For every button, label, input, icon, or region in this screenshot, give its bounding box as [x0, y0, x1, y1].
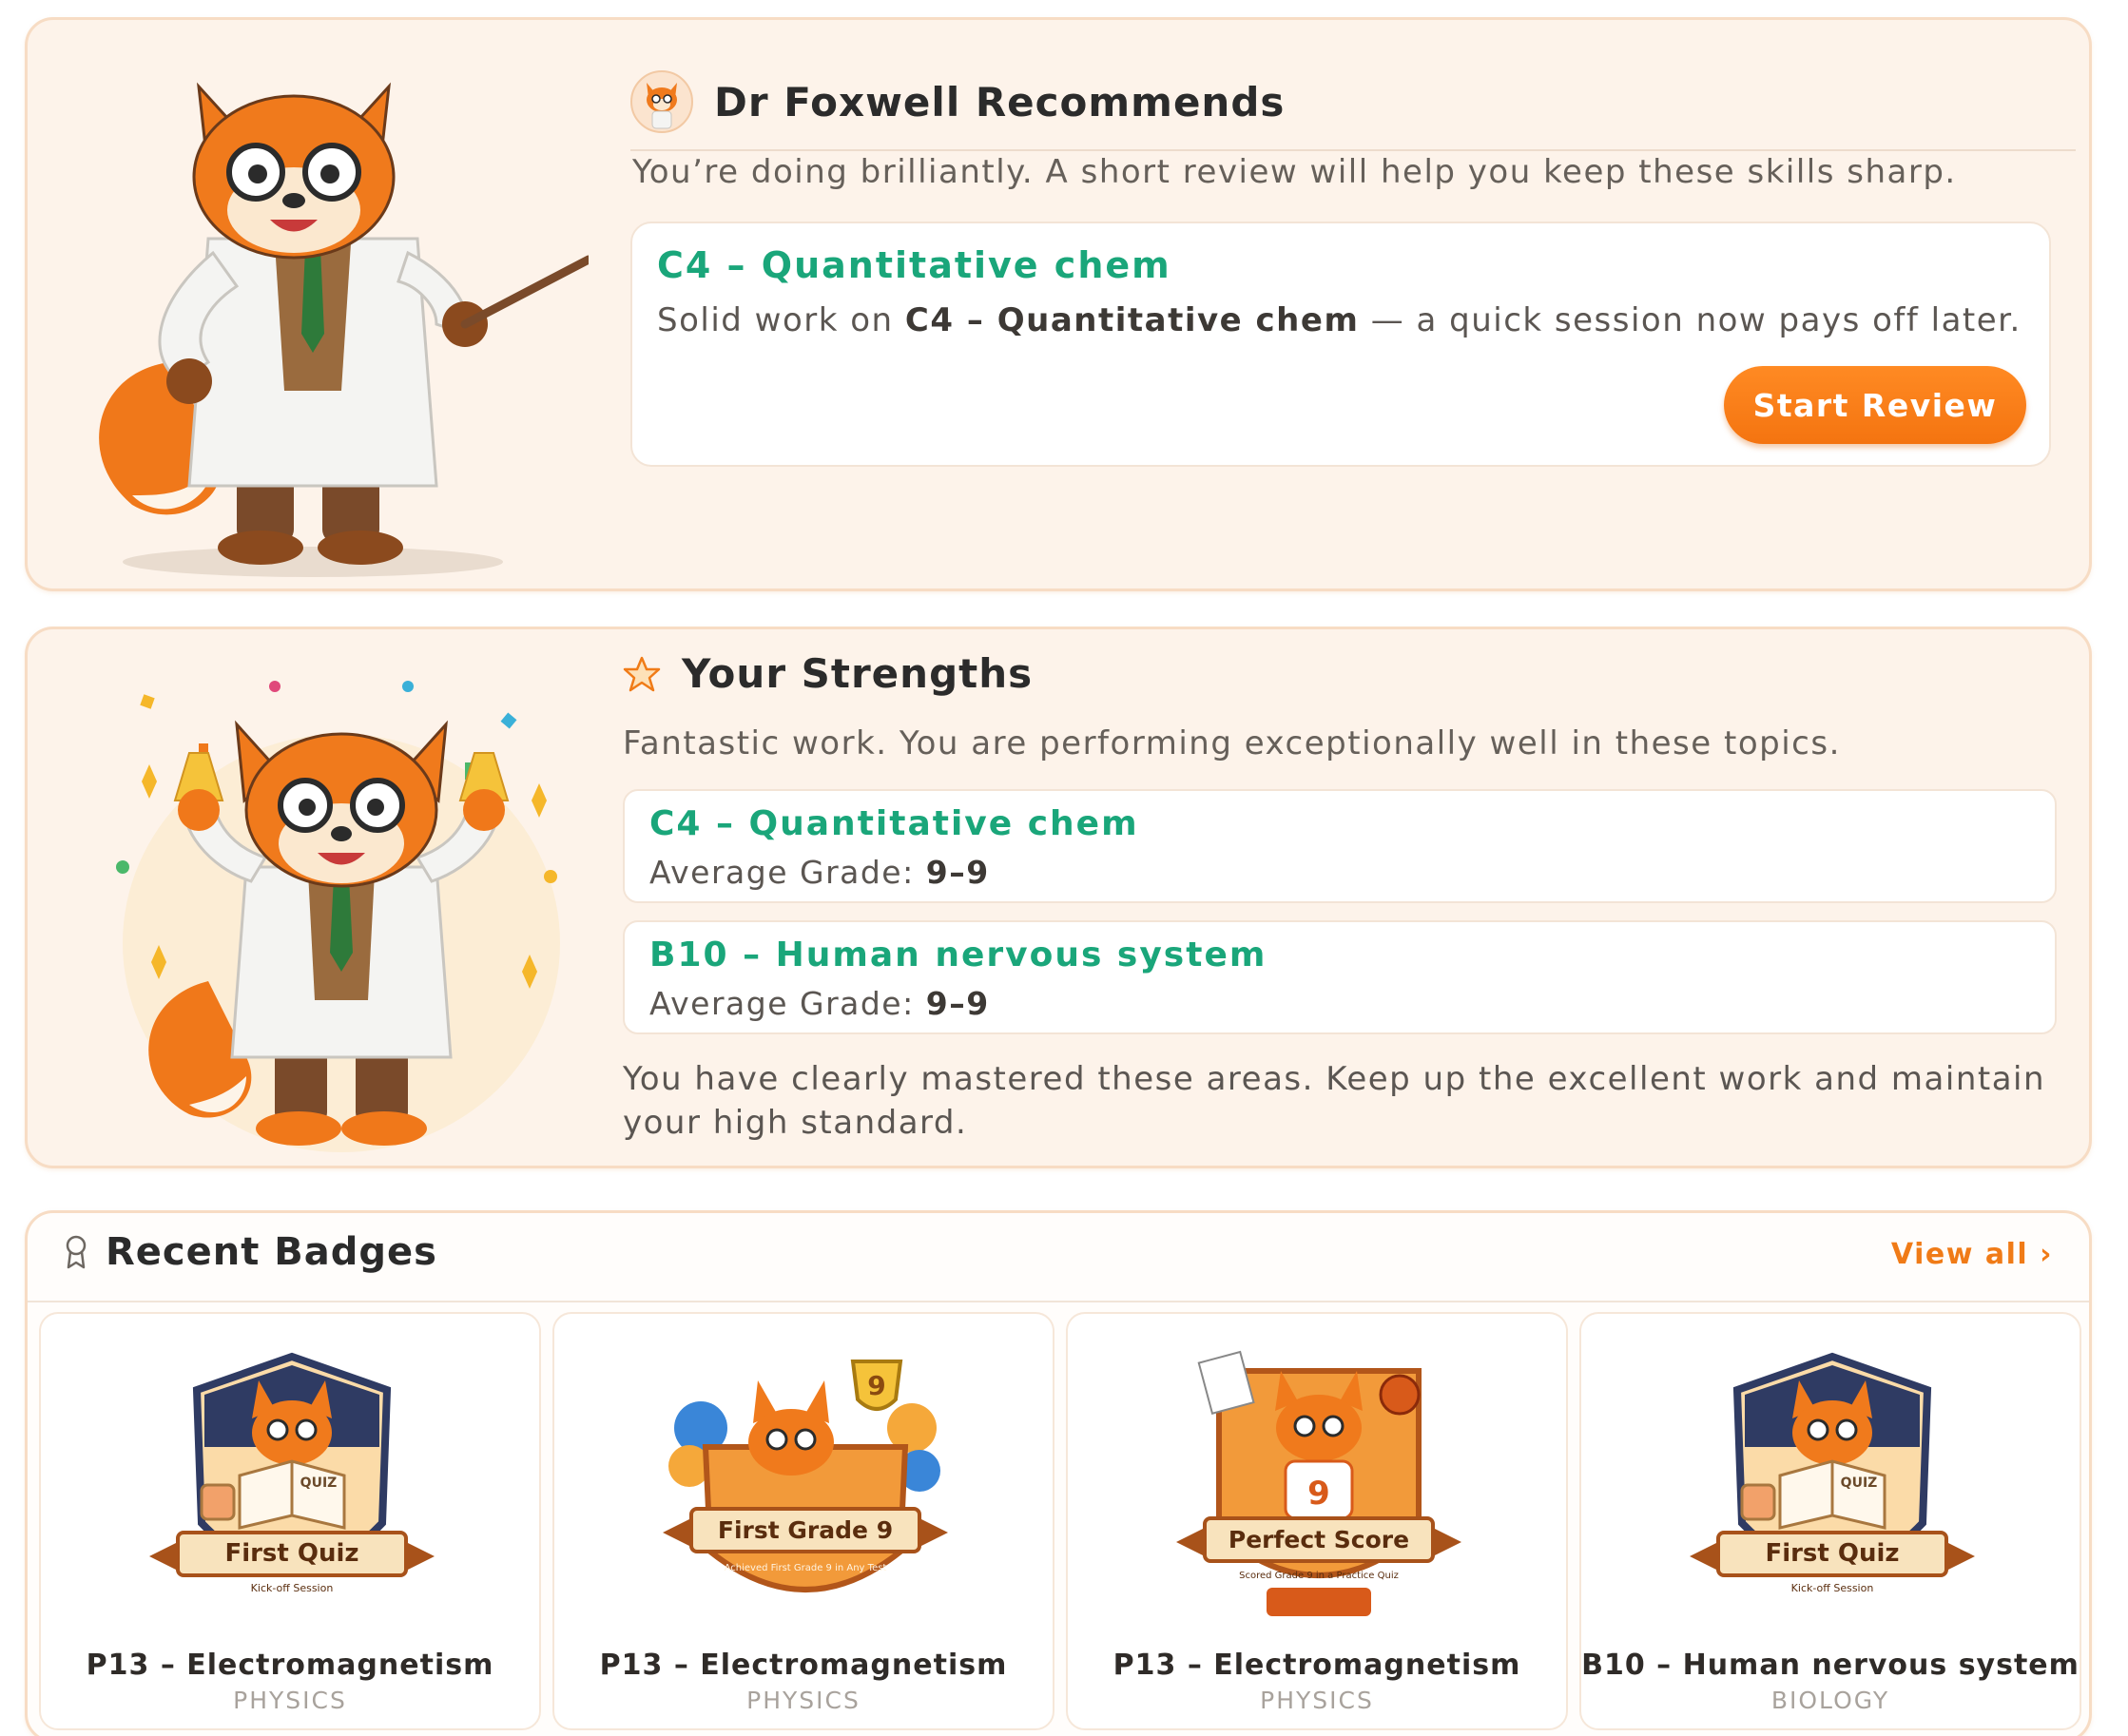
recommendation-subtitle: You’re doing brilliantly. A short review…	[632, 153, 1957, 191]
badge-topic: P13 – Electromagnetism	[86, 1649, 494, 1682]
recent-badges-card: Recent Badges View all › QUIZ First Quiz…	[25, 1210, 2092, 1736]
recommendation-topic-card: C4 – Quantitative chem Solid work on C4 …	[630, 222, 2051, 467]
dr-foxwell-avatar-icon	[630, 70, 693, 133]
strength-topic: C4 – Quantitative chem	[649, 804, 1139, 843]
strengths-header: Your Strengths	[623, 650, 1033, 697]
nine-label: 9	[867, 1370, 885, 1401]
badge-subject: PHYSICS	[1260, 1687, 1374, 1714]
star-icon	[623, 656, 661, 691]
badge-topic: P13 – Electromagnetism	[1112, 1649, 1521, 1682]
badge-subject: PHYSICS	[233, 1687, 347, 1714]
badge-tile[interactable]: 9 First Grade 9 Achieved First Grade 9 i…	[552, 1312, 1054, 1730]
first-grade-9-badge-icon: 9 First Grade 9 Achieved First Grade 9 i…	[663, 1360, 948, 1592]
ribbon-badge-icon	[66, 1235, 87, 1269]
badge-tile[interactable]: QUIZ First Quiz Kick-off Session B10 – H…	[1579, 1312, 2081, 1730]
badge-subject: BIOLOGY	[1770, 1687, 1890, 1714]
badge-art-title: Perfect Score	[1228, 1526, 1409, 1553]
badge-tile[interactable]: 9 Perfect Score Scored Grade 9 in a Prac…	[1066, 1312, 1568, 1730]
quiz-label: QUIZ	[1841, 1476, 1878, 1491]
badges-header: Recent Badges View all ›	[28, 1213, 2089, 1302]
badge-art-subtitle: Kick-off Session	[251, 1582, 334, 1594]
strength-topic: B10 – Human nervous system	[649, 936, 1267, 974]
perfect-score-badge-icon: 9 Perfect Score Scored Grade 9 in a Prac…	[1176, 1350, 1461, 1616]
start-review-button[interactable]: Start Review	[1724, 366, 2026, 444]
badge-art-subtitle: Kick-off Session	[1791, 1582, 1874, 1594]
strength-grade: Average Grade: 9–9	[649, 985, 990, 1022]
first-quiz-badge-icon: QUIZ First Quiz Kick-off Session	[1690, 1352, 1975, 1594]
strength-grade: Average Grade: 9–9	[649, 854, 990, 891]
badge-art-title: First Grade 9	[718, 1516, 893, 1544]
badge-topic: P13 – Electromagnetism	[599, 1649, 1008, 1682]
badge-tile[interactable]: QUIZ First Quiz Kick-off Session P13 – E…	[39, 1312, 541, 1730]
badge-topic: B10 – Human nervous system	[1581, 1649, 2080, 1682]
badge-subject: PHYSICS	[746, 1687, 861, 1714]
strengths-footer: You have clearly mastered these areas. K…	[623, 1060, 2046, 1142]
recommendation-header: Dr Foxwell Recommends	[630, 54, 2076, 151]
badges-title: Recent Badges	[106, 1230, 437, 1274]
view-all-link[interactable]: View all ›	[1891, 1238, 2053, 1271]
quiz-label: QUIZ	[300, 1476, 338, 1491]
fox-professor-illustration	[99, 82, 589, 577]
badge-art-subtitle: Scored Grade 9 in a Practice Quiz	[1239, 1571, 1399, 1581]
recommendation-description: Solid work on C4 – Quantitative chem — a…	[657, 301, 2022, 339]
recommendation-card: Dr Foxwell Recommends You’re doing brill…	[25, 17, 2092, 591]
strength-item: B10 – Human nervous system Average Grade…	[623, 920, 2057, 1034]
strengths-card: Your Strengths Fantastic work. You are p…	[25, 627, 2092, 1168]
strengths-title: Your Strengths	[682, 650, 1034, 697]
grade-value: 9–9	[925, 854, 990, 891]
fox-celebrating-illustration	[116, 681, 560, 1152]
grade-label: Average Grade:	[649, 854, 926, 891]
desc-topic: C4 – Quantitative chem	[904, 301, 1360, 339]
badge-art-title: First Quiz	[1765, 1539, 1899, 1568]
strength-item: C4 – Quantitative chem Average Grade: 9–…	[623, 789, 2057, 903]
recommendation-title: Dr Foxwell Recommends	[714, 78, 1286, 125]
first-quiz-badge-icon: QUIZ First Quiz Kick-off Session	[149, 1352, 435, 1594]
desc-prefix: Solid work on	[657, 301, 905, 339]
nine-label: 9	[1307, 1475, 1330, 1513]
grade-label: Average Grade:	[649, 985, 926, 1022]
desc-suffix: — a quick session now pays off later.	[1359, 301, 2022, 339]
grade-value: 9–9	[925, 985, 990, 1022]
badge-art-subtitle: Achieved First Grade 9 in Any Test	[725, 1563, 887, 1573]
badge-art-title: First Quiz	[224, 1539, 358, 1568]
strengths-subtitle: Fantastic work. You are performing excep…	[623, 724, 1841, 762]
recommended-topic: C4 – Quantitative chem	[657, 244, 1171, 286]
